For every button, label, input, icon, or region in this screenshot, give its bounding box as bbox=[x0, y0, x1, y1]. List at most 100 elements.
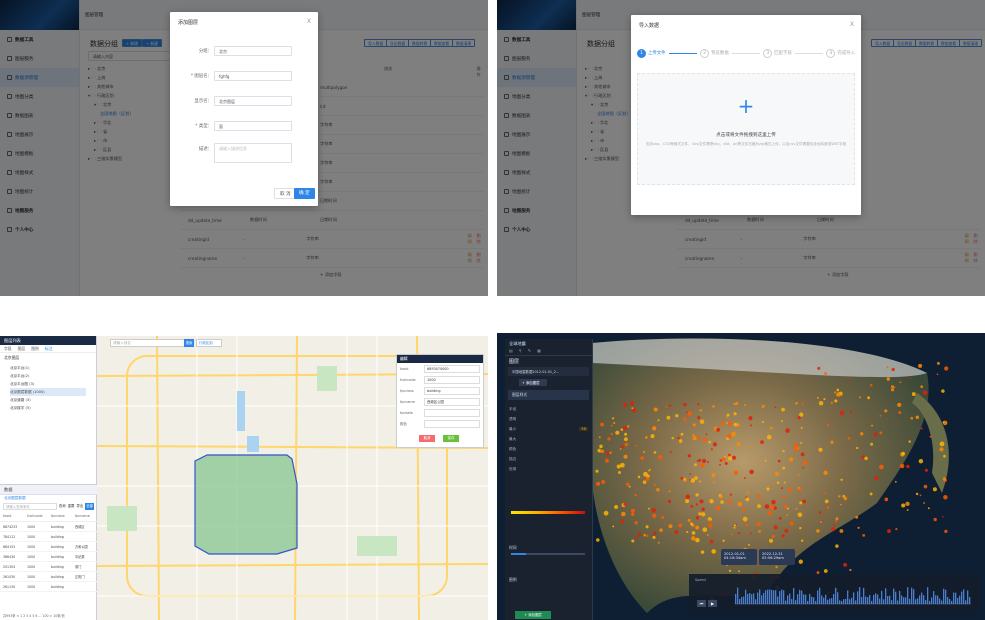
close-icon[interactable]: X bbox=[850, 21, 854, 28]
layer-name-input[interactable]: fghfg bbox=[214, 71, 292, 81]
data-tab[interactable]: 北京图层数据 bbox=[0, 495, 97, 502]
reset-button[interactable]: 重置 bbox=[68, 503, 75, 510]
popup-field-input[interactable]: 西城区公园 bbox=[424, 397, 480, 406]
brush-icon[interactable]: ✎ bbox=[528, 348, 531, 355]
pagination[interactable]: 共993条 < 1 2 3 4 5 6 ... 100 > 10条/页 bbox=[3, 613, 65, 618]
quake-point bbox=[630, 508, 635, 513]
display-name-input[interactable]: 北京图层 bbox=[214, 96, 292, 106]
quake-point bbox=[782, 495, 786, 499]
histogram-bar bbox=[809, 593, 811, 604]
quake-point bbox=[838, 495, 841, 498]
quake-point bbox=[855, 515, 859, 519]
data-table-row[interactable]: 784112 1000 building bbox=[0, 532, 97, 542]
style-property-row[interactable]: 描边 bbox=[509, 454, 588, 464]
data-table-row[interactable]: 261030 1000 building 正阳门 bbox=[0, 572, 97, 582]
style-property-row[interactable]: 颜色 bbox=[509, 444, 588, 454]
tab[interactable]: 图例 bbox=[31, 346, 39, 351]
data-table-row[interactable]: 6874233 1000 building 西城区 bbox=[0, 522, 97, 532]
quake-point bbox=[615, 430, 620, 435]
grid-icon[interactable]: ▦ bbox=[537, 348, 541, 355]
popup-cancel-button[interactable]: 取消 bbox=[419, 435, 435, 442]
histogram-bar bbox=[913, 589, 915, 604]
data-table-row[interactable]: 201304 1000 building 德门 bbox=[0, 562, 97, 572]
popup-field-input[interactable] bbox=[424, 419, 480, 428]
data-table-row[interactable]: 261130 1000 building bbox=[0, 582, 97, 592]
quake-point bbox=[817, 366, 821, 370]
time-section-title[interactable]: 时间 bbox=[509, 545, 517, 551]
style-property-row[interactable]: 半径 bbox=[509, 404, 588, 414]
popup-field-input[interactable] bbox=[424, 408, 480, 417]
bottom-add-button[interactable]: + 添加图层 bbox=[515, 611, 551, 619]
quake-point bbox=[738, 532, 741, 535]
popup-field-input[interactable]: 6893470000 bbox=[424, 364, 480, 373]
quake-point bbox=[891, 385, 894, 388]
quake-point bbox=[683, 402, 687, 407]
rewind-icon[interactable]: ⏮ bbox=[697, 600, 706, 607]
layer-item[interactable]: 北京平台(2) bbox=[10, 372, 86, 380]
upload-dropzone[interactable]: + 点击或将文件拖拽到这里上传 支持shp、CSV等格式文件，Geo文件需把sh… bbox=[637, 73, 855, 185]
all-button[interactable]: 全部 bbox=[85, 503, 94, 510]
filter-icon[interactable]: ⚲ bbox=[519, 348, 522, 355]
export-button[interactable]: 导出 bbox=[76, 503, 83, 510]
histogram-bar bbox=[963, 589, 965, 604]
icon-tabs: ▤ ⚲ ✎ ▦ bbox=[505, 348, 592, 356]
quake-point bbox=[733, 526, 736, 529]
layer-title: 图层 bbox=[509, 359, 520, 365]
region-dropdown[interactable]: 行政区划 bbox=[196, 339, 222, 347]
group-select[interactable]: 北京 bbox=[214, 46, 292, 56]
add-layer-button[interactable]: + 添加图层 bbox=[519, 379, 547, 386]
time-histogram[interactable] bbox=[735, 582, 971, 606]
style-property-row[interactable]: 最小 50 bbox=[509, 424, 588, 434]
tab[interactable]: 字段 bbox=[4, 346, 12, 351]
tree-root[interactable]: 北京图层 bbox=[0, 353, 96, 363]
histogram-bar bbox=[859, 587, 861, 604]
play-icon[interactable]: ▶ bbox=[708, 600, 717, 607]
quake-point bbox=[694, 476, 698, 480]
quake-point bbox=[700, 462, 705, 468]
style-property-row[interactable]: 最大 bbox=[509, 434, 588, 444]
layer-item[interactable]: 北京平台(1) bbox=[10, 364, 86, 372]
search-button[interactable]: 搜索 bbox=[184, 339, 194, 347]
plus-icon: + bbox=[737, 94, 755, 118]
quake-point bbox=[643, 471, 648, 477]
description-textarea[interactable]: 请输入描述信息 bbox=[214, 143, 292, 163]
quake-point bbox=[890, 388, 895, 392]
close-icon[interactable]: X bbox=[307, 18, 311, 25]
popup-field-input[interactable]: 1000 bbox=[424, 375, 480, 384]
quake-point bbox=[671, 436, 674, 440]
layers-icon[interactable]: ▤ bbox=[509, 348, 513, 355]
popup-field-input[interactable]: building bbox=[424, 386, 480, 395]
quake-point bbox=[653, 531, 657, 536]
layer-item[interactable]: 中国地震数据2012-01-01_2... bbox=[508, 367, 589, 376]
query-button[interactable]: 查询 bbox=[59, 503, 66, 510]
histogram-bar bbox=[819, 587, 821, 604]
data-table-row[interactable]: 386430 1000 building 中纪委 bbox=[0, 552, 97, 562]
style-section-title[interactable]: 图层样式 bbox=[508, 390, 589, 400]
layer-item-selected[interactable]: 北京图层数据 (1000) bbox=[10, 388, 86, 396]
quake-point bbox=[936, 361, 940, 365]
color-ramp[interactable] bbox=[511, 511, 585, 514]
histogram-bar bbox=[773, 590, 775, 604]
quake-point bbox=[783, 481, 786, 484]
histogram-bar bbox=[897, 600, 899, 604]
popup-title: 编辑 bbox=[397, 355, 483, 363]
layer-item[interactable]: 北京楼宇 (5) bbox=[10, 404, 86, 412]
legend-title[interactable]: 图例 bbox=[509, 577, 517, 583]
type-select[interactable]: 面 bbox=[214, 121, 292, 131]
layer-item[interactable]: 北京平台图 (3) bbox=[10, 380, 86, 388]
tab-active[interactable]: 标注 bbox=[45, 346, 53, 351]
style-property-row[interactable]: 透明 bbox=[509, 414, 588, 424]
confirm-button[interactable]: 确 定 bbox=[294, 188, 315, 199]
histogram-bar bbox=[931, 597, 933, 604]
histogram-bar bbox=[753, 593, 755, 604]
quake-point bbox=[666, 415, 671, 420]
quake-point bbox=[901, 451, 905, 456]
style-property-row[interactable]: 色带 bbox=[509, 464, 588, 474]
data-table-row[interactable]: 684153 1000 building 万和公园 bbox=[0, 542, 97, 552]
size-slider[interactable] bbox=[511, 553, 585, 555]
map-search-input[interactable]: 请输入地名 bbox=[110, 339, 190, 347]
popup-save-button[interactable]: 保存 bbox=[443, 435, 459, 442]
layer-item[interactable]: 北京道路 (3) bbox=[10, 396, 86, 404]
filter-input[interactable]: 请输入查询条件 bbox=[3, 503, 57, 510]
tab[interactable]: 图层 bbox=[18, 346, 26, 351]
